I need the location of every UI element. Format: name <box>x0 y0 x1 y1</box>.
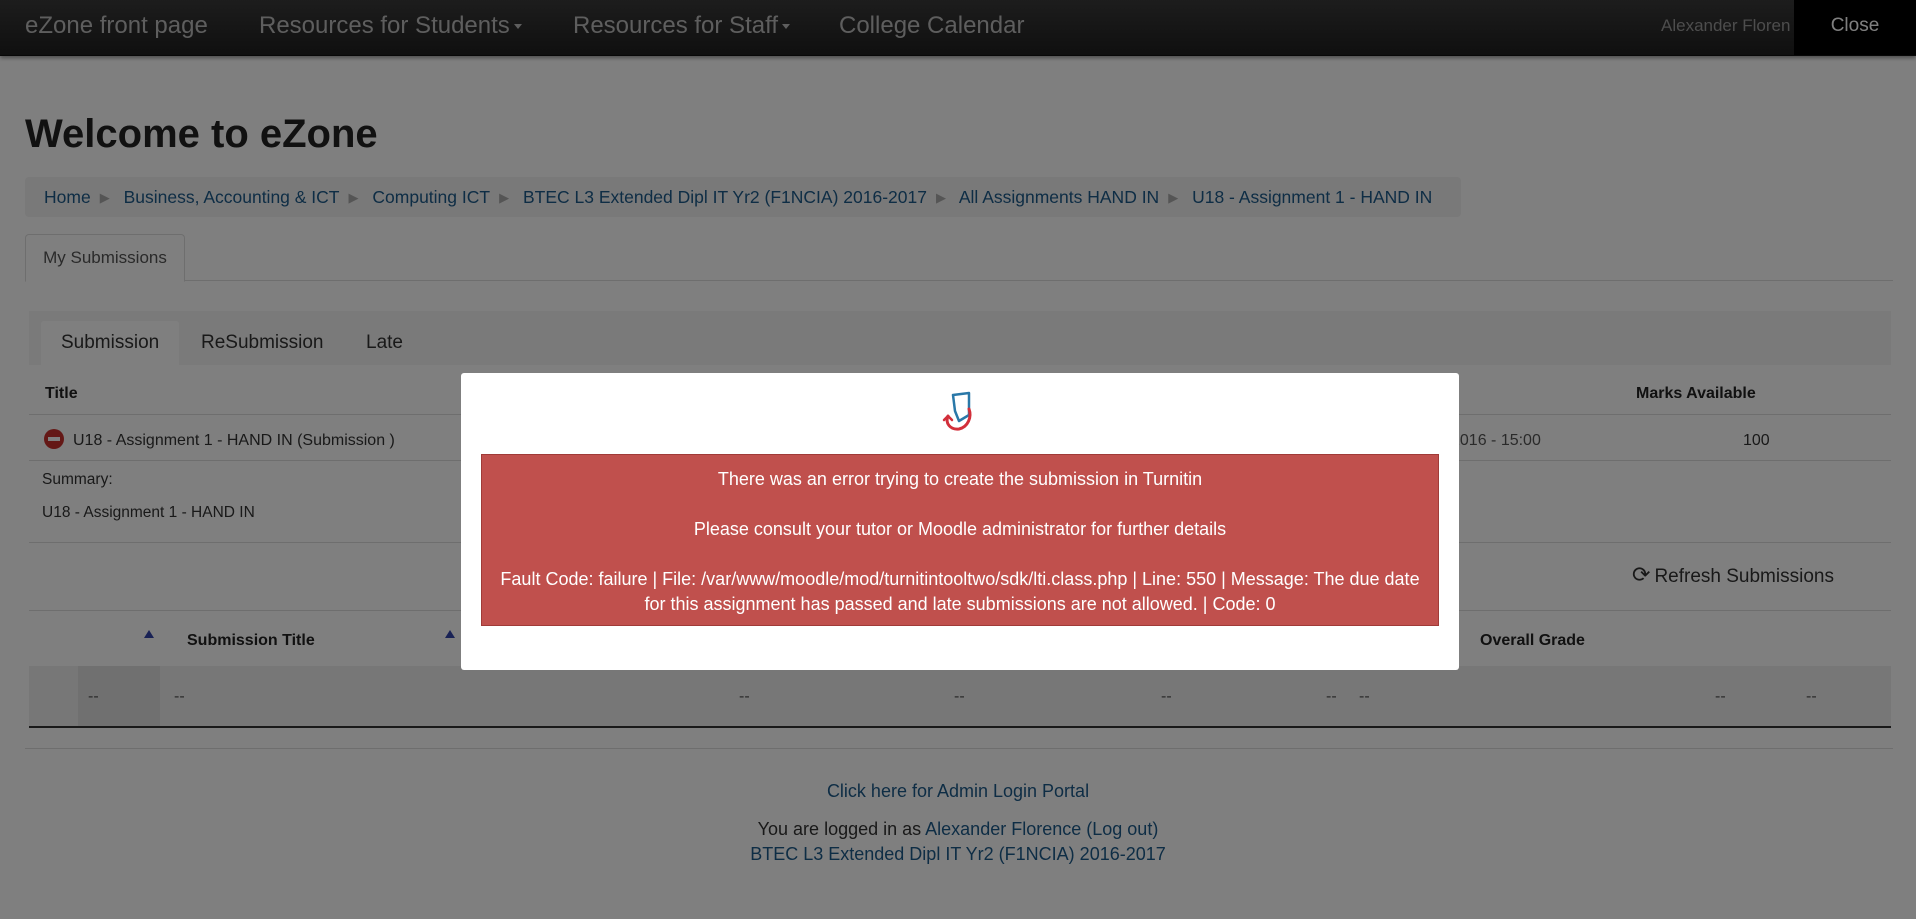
error-consult: Please consult your tutor or Moodle admi… <box>693 519 1227 539</box>
error-title: There was an error trying to create the … <box>717 469 1203 489</box>
turnitin-logo-icon <box>942 391 972 431</box>
error-alert: There was an error trying to create the … <box>481 454 1439 626</box>
error-detail: Fault Code: failure | File: /var/www/moo… <box>500 569 1420 614</box>
error-dialog: There was an error trying to create the … <box>461 373 1459 670</box>
